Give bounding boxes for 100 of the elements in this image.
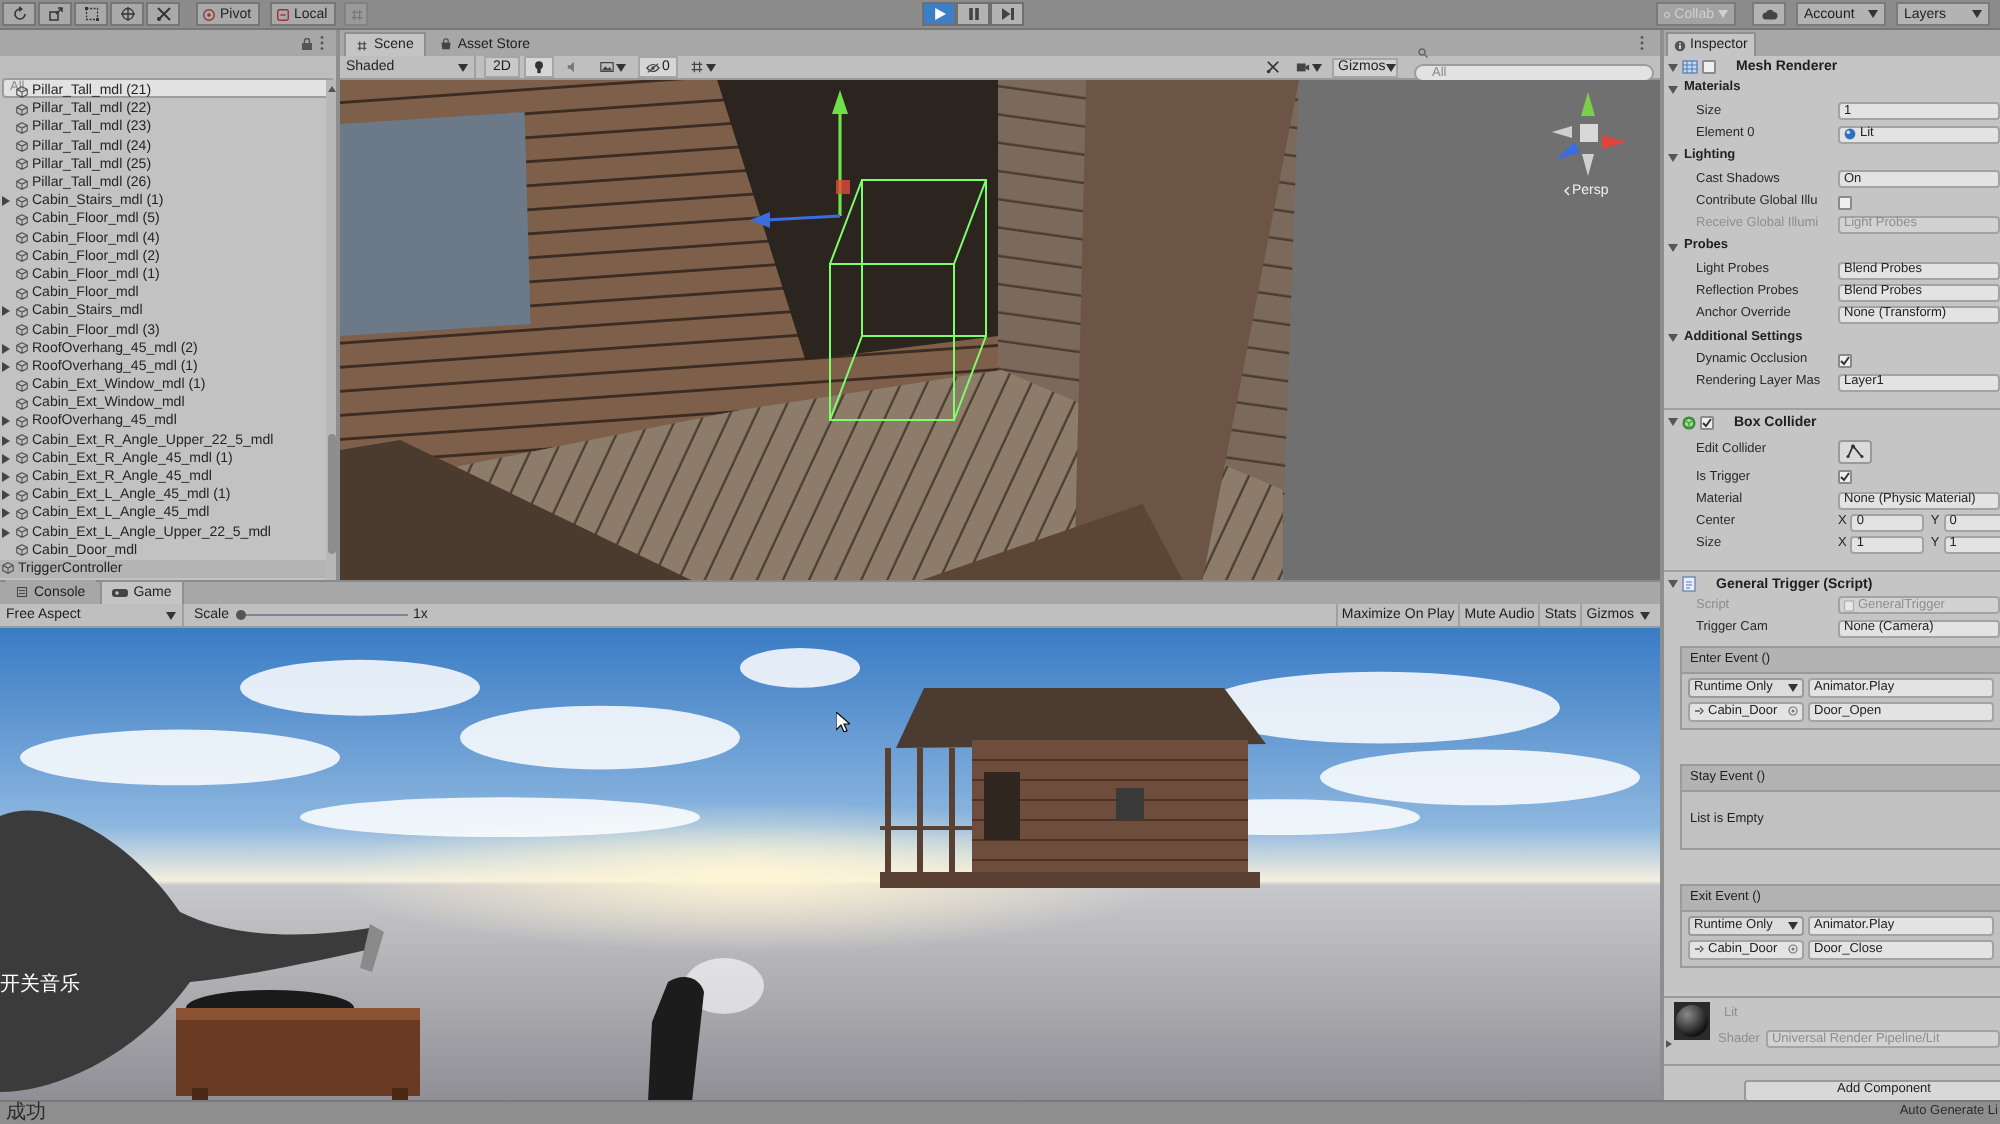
lighting-toggle[interactable]	[524, 56, 554, 78]
rect-tool-icon	[83, 6, 99, 22]
checkbox[interactable]	[1702, 60, 1716, 74]
step-icon	[1001, 8, 1013, 20]
cube-icon	[16, 526, 28, 539]
cube-icon	[16, 452, 28, 465]
pause-button[interactable]	[956, 2, 990, 26]
cube-icon	[16, 434, 28, 447]
play-icon	[933, 8, 945, 20]
caret-down-icon	[1788, 683, 1798, 692]
scrollbar-thumb[interactable]	[327, 434, 335, 554]
caret-down-icon[interactable]	[1668, 333, 1678, 342]
rotate-icon	[11, 6, 27, 22]
cube-icon	[16, 507, 28, 520]
document-icon	[1844, 599, 1854, 612]
cube-icon	[16, 213, 28, 226]
caret-right-icon[interactable]	[1666, 1039, 1672, 1048]
pivot-icon	[202, 7, 216, 21]
cube-icon	[16, 544, 28, 557]
caret-down-icon	[1312, 63, 1322, 71]
caret-down-icon	[1718, 10, 1728, 18]
caret-down-icon[interactable]	[1668, 85, 1678, 94]
target-icon	[1788, 706, 1798, 717]
music-toggle-button[interactable]: 开关音乐	[0, 972, 80, 998]
checkmark-icon	[1702, 417, 1712, 428]
caret-right-icon[interactable]	[2, 490, 10, 501]
script-icon	[1682, 576, 1696, 593]
caret-down-icon	[1972, 10, 1982, 18]
lock-icon[interactable]	[302, 37, 312, 49]
cube-icon	[16, 140, 28, 153]
eye-slash-icon	[646, 61, 660, 73]
checkbox[interactable]	[1838, 353, 1852, 368]
cube-icon	[16, 158, 28, 171]
grid-icon	[689, 60, 704, 74]
camera-icon	[1296, 60, 1310, 74]
edit-collider-button[interactable]	[1838, 439, 1872, 464]
ring-icon	[1664, 9, 1671, 19]
slider-thumb[interactable]	[235, 610, 246, 620]
cube-icon	[16, 489, 28, 502]
info-icon	[1674, 39, 1686, 51]
cube-icon	[16, 305, 28, 318]
step-button[interactable]	[990, 2, 1024, 26]
caret-right-icon[interactable]	[2, 527, 10, 538]
caret-right-icon[interactable]	[2, 453, 10, 464]
gamepad-icon	[111, 588, 128, 598]
cloud-button[interactable]	[1752, 2, 1786, 26]
local-icon	[276, 7, 290, 21]
scrollbar[interactable]	[326, 80, 336, 580]
caret-down-icon[interactable]	[1668, 153, 1678, 162]
custom-tool-button[interactable]	[146, 2, 180, 26]
image-icon	[600, 60, 614, 74]
caret-right-icon[interactable]	[2, 435, 10, 446]
arrow-right-icon	[1694, 706, 1704, 717]
rect-tool-button[interactable]	[74, 2, 108, 26]
caret-down-icon	[705, 63, 716, 71]
cube-icon	[16, 397, 28, 410]
caret-down-icon[interactable]	[1668, 580, 1678, 589]
cube-icon	[16, 103, 28, 116]
caret-right-icon[interactable]	[2, 472, 10, 483]
sphere-icon	[1674, 1001, 1710, 1040]
pause-icon	[967, 8, 979, 20]
checkbox[interactable]	[1700, 415, 1714, 430]
grid-icon	[356, 39, 368, 51]
cursor-icon	[836, 712, 850, 732]
caret-down-icon[interactable]	[1668, 63, 1678, 71]
scale-slider[interactable]	[235, 610, 408, 620]
cube-icon	[2, 562, 14, 575]
transform-tool-button[interactable]	[110, 2, 144, 26]
material-icon	[1844, 128, 1856, 141]
cube-icon	[16, 195, 28, 208]
caret-down-icon[interactable]	[1668, 418, 1678, 427]
caret-down-icon	[1385, 63, 1396, 71]
checkbox[interactable]	[1838, 470, 1852, 485]
caret-right-icon[interactable]	[2, 306, 10, 317]
rotate-tool-button[interactable]	[2, 2, 36, 26]
bag-icon	[439, 38, 452, 50]
caret-right-icon[interactable]	[2, 416, 10, 427]
list-icon	[16, 586, 28, 598]
play-button[interactable]	[922, 2, 956, 26]
search-icon	[1418, 47, 1428, 57]
cube-icon	[16, 177, 28, 190]
caret-right-icon[interactable]	[2, 196, 10, 207]
caret-down-icon	[1788, 921, 1798, 930]
cube-icon	[16, 379, 28, 392]
caret-right-icon[interactable]	[2, 343, 10, 354]
cube-icon	[16, 471, 28, 484]
cube-icon	[16, 121, 28, 134]
caret-right-icon[interactable]	[2, 508, 10, 519]
status-message: 成功	[6, 1103, 46, 1123]
cube-icon	[16, 342, 28, 355]
caret-down-icon	[1868, 10, 1878, 18]
cube-icon	[16, 268, 28, 281]
caret-down-icon	[616, 63, 626, 71]
checkbox[interactable]	[1838, 195, 1852, 210]
cube-icon	[16, 360, 28, 373]
transform-icon	[119, 6, 135, 22]
cube-icon	[16, 232, 28, 245]
scale-tool-button[interactable]	[38, 2, 72, 26]
caret-right-icon[interactable]	[2, 361, 10, 372]
caret-down-icon[interactable]	[1668, 243, 1678, 252]
